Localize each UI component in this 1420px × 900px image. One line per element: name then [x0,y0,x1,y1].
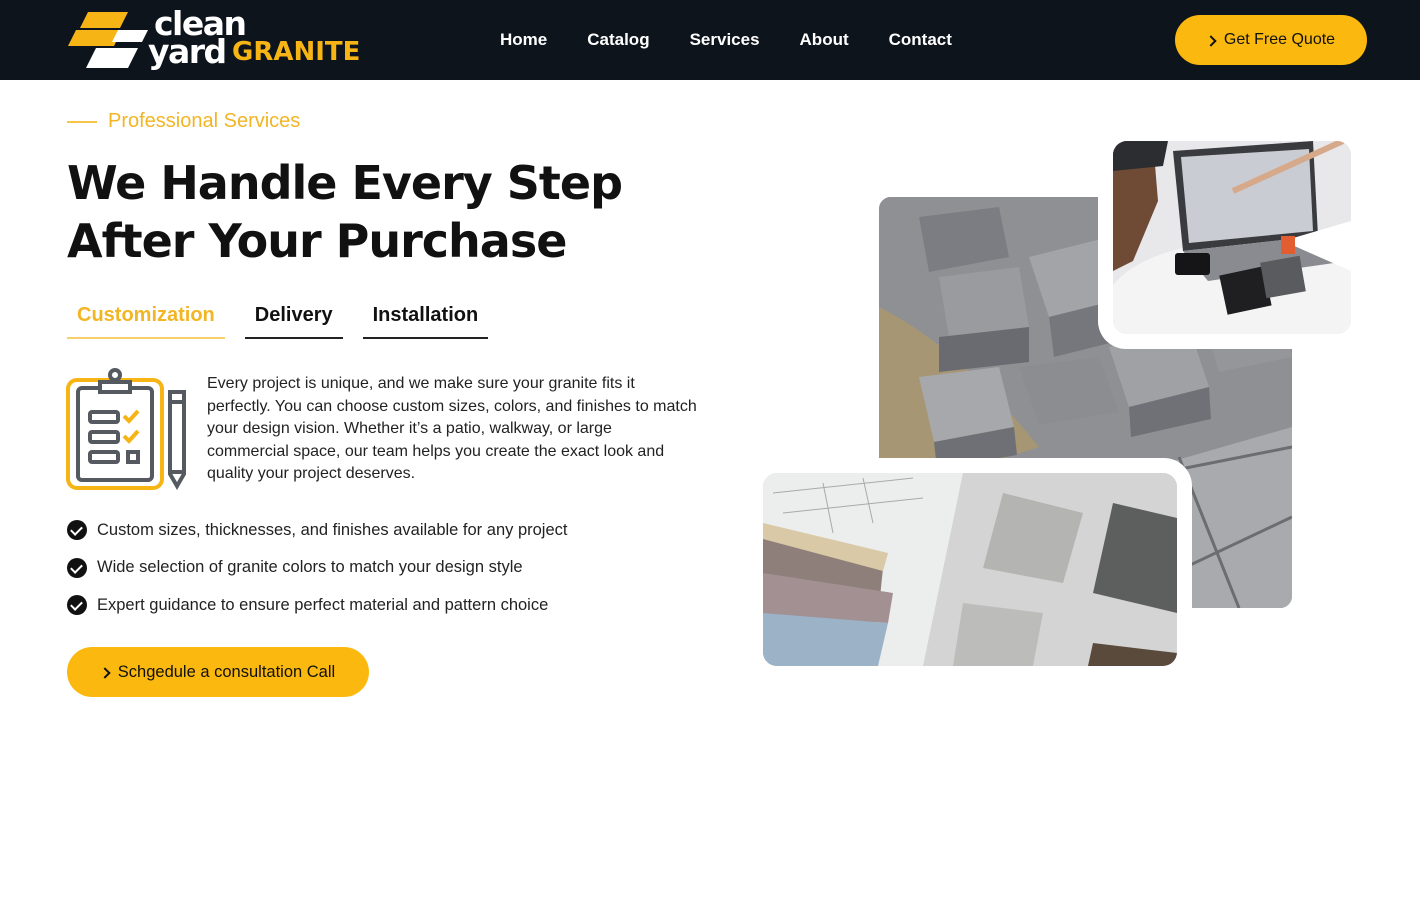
nav-about[interactable]: About [800,30,849,50]
feature-text: Wide selection of granite colors to matc… [97,558,523,576]
feature-text: Custom sizes, thicknesses, and finishes … [97,520,568,539]
site-header: clean yard GRANITE Home Catalog Services… [0,0,1420,80]
site-logo[interactable]: clean yard GRANITE [66,4,360,72]
tab-customization[interactable]: Customization [67,296,225,339]
schedule-consultation-button[interactable]: Schgedule a consultation Call [67,647,369,697]
section-eyebrow: Professional Services [67,110,300,133]
list-item: Custom sizes, thicknesses, and finishes … [67,520,567,540]
eyebrow-text: Professional Services [108,110,301,132]
schedule-consultation-label: Schgedule a consultation Call [117,662,336,681]
chevron-right-icon [1205,34,1217,47]
feature-text: Expert guidance to ensure perfect materi… [97,595,549,614]
nav-contact[interactable]: Contact [889,30,952,50]
get-free-quote-button[interactable]: Get Free Quote [1175,15,1367,65]
tab-delivery[interactable]: Delivery [244,296,343,339]
logo-mark-icon [68,12,148,68]
nav-home[interactable]: Home [500,30,547,50]
chevron-right-icon [99,666,111,679]
tab-installation[interactable]: Installation [362,296,489,339]
main-nav: Home Catalog Services About Contact [480,0,972,80]
check-circle-icon [67,595,87,615]
logo-word-granite: GRANITE [232,37,361,67]
clipboard-checklist-icon [66,368,186,490]
list-item: Wide selection of granite colors to matc… [67,557,567,578]
check-circle-icon [67,557,87,578]
logo-word-yard: yard [148,32,227,71]
tab-description: Every project is unique, and we make sur… [207,375,697,483]
eyebrow-divider [67,120,97,123]
nav-services[interactable]: Services [690,30,760,50]
section-title: We Handle Every Step After Your Purchase [67,156,623,268]
designer-laptop-samples-image [1113,141,1351,334]
nav-catalog[interactable]: Catalog [587,30,649,50]
feature-list: Custom sizes, thicknesses, and finishes … [67,520,567,633]
service-tabs: Customization Delivery Installation [67,296,508,339]
list-item: Expert guidance to ensure perfect materi… [67,595,567,615]
material-swatches-image [763,473,1177,666]
check-circle-icon [67,520,87,540]
get-free-quote-label: Get Free Quote [1223,31,1336,48]
